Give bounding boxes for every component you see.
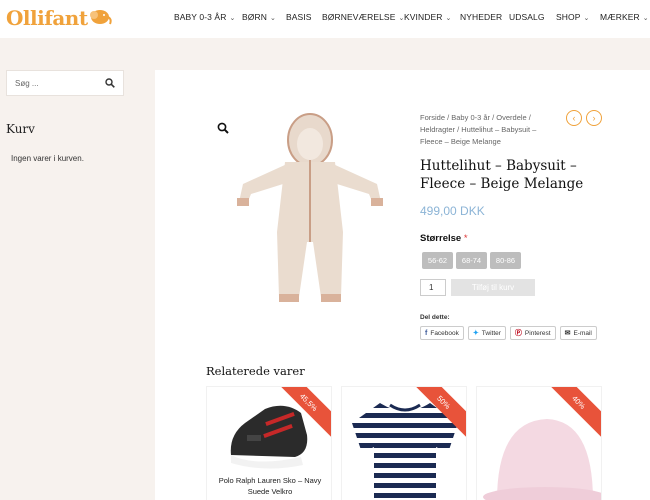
product-main: Forside / Baby 0-3 år / Overdele / Heldr… — [155, 70, 650, 500]
nav-item-udsalg[interactable]: UDSALG — [509, 12, 545, 22]
nav-item-baby[interactable]: BABY 0-3 ÅR ⌄ — [174, 12, 235, 22]
facebook-icon: f — [425, 329, 428, 337]
search-icon[interactable] — [105, 78, 115, 88]
nav-item-basis[interactable]: BASIS — [286, 12, 312, 22]
share-facebook-button[interactable]: f Facebook — [420, 326, 464, 340]
size-label: Størrelse * — [420, 233, 468, 244]
product-image[interactable] — [225, 112, 395, 312]
chevron-down-icon: ⌄ — [229, 15, 236, 22]
chevron-right-icon: › — [592, 113, 596, 123]
cart-empty-message: Ingen varer i kurven. — [11, 154, 84, 163]
share-buttons: f Facebook ✦ Twitter Ⓟ Pinterest ✉ E-mail — [420, 326, 597, 340]
prev-product-button[interactable]: ‹ — [566, 110, 582, 126]
twitter-icon: ✦ — [472, 330, 479, 337]
related-products-title: Relaterede varer — [206, 364, 305, 378]
share-pinterest-button[interactable]: Ⓟ Pinterest — [509, 326, 556, 340]
nav-item-nyheder[interactable]: NYHEDER — [460, 12, 502, 22]
chevron-down-icon: ⌄ — [583, 15, 590, 22]
related-product-name[interactable]: Polo Ralph Lauren Sko – Navy Suede Velkr… — [207, 475, 331, 497]
next-product-button[interactable]: › — [586, 110, 602, 126]
product-title: Huttelihut – Babysuit – Fleece – Beige M… — [420, 158, 584, 192]
main-nav: BABY 0-3 ÅR ⌄ BØRN ⌄ BASIS BØRNEVÆRELSE ⌄ K… — [0, 0, 650, 38]
email-icon: ✉ — [564, 330, 571, 337]
search-input[interactable]: Søg ... — [6, 70, 124, 96]
add-to-cart-button[interactable]: Tilføj til kurv — [451, 279, 535, 296]
size-option-56-62[interactable]: 56-62 — [422, 252, 453, 269]
related-product-card[interactable]: 45,5% Polo Ralph Lauren Sko – Navy Suede… — [206, 386, 332, 500]
required-mark: * — [463, 233, 468, 244]
cart-title: Kurv — [6, 122, 35, 136]
quantity-input[interactable]: 1 — [420, 279, 446, 296]
size-option-68-74[interactable]: 68-74 — [456, 252, 487, 269]
product-price: 499,00 DKK — [420, 204, 485, 218]
chevron-down-icon: ⌄ — [269, 15, 276, 22]
related-product-card[interactable]: 50% — [341, 386, 467, 500]
chevron-left-icon: ‹ — [572, 113, 576, 123]
nav-item-maerker[interactable]: MÆRKER ⌄ — [600, 12, 649, 22]
share-twitter-button[interactable]: ✦ Twitter — [467, 326, 506, 340]
chevron-down-icon: ⌄ — [642, 15, 649, 22]
search-placeholder: Søg ... — [15, 79, 39, 88]
nav-item-shop[interactable]: SHOP ⌄ — [556, 12, 589, 22]
share-label: Del dette: — [420, 314, 450, 321]
chevron-down-icon: ⌄ — [445, 15, 452, 22]
size-option-80-86[interactable]: 80-86 — [490, 252, 521, 269]
size-options: 56-62 68-74 80-86 — [422, 252, 521, 269]
share-email-button[interactable]: ✉ E-mail — [559, 326, 597, 340]
nav-item-kvinder[interactable]: KVINDER ⌄ — [404, 12, 451, 22]
nav-item-boern[interactable]: BØRN ⌄ — [242, 12, 276, 22]
related-product-card[interactable]: 40% — [476, 386, 602, 500]
breadcrumb[interactable]: Forside / Baby 0-3 år / Overdele / Heldr… — [420, 112, 540, 148]
site-header: Ollifant BABY 0-3 ÅR ⌄ BØRN ⌄ BASIS BØRNEV… — [0, 0, 650, 38]
nav-item-boernevaerelse[interactable]: BØRNEVÆRELSE ⌄ — [322, 12, 404, 22]
pinterest-icon: Ⓟ — [514, 330, 522, 337]
